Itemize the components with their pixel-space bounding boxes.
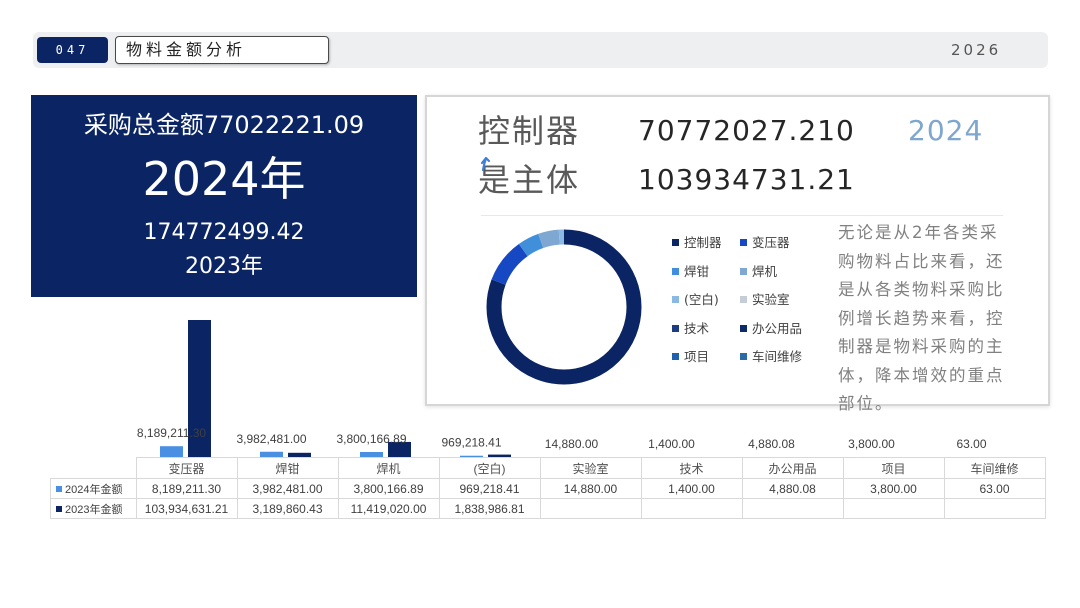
header-year: 2026 bbox=[951, 41, 1002, 59]
bar-data-label-9: 63.00 bbox=[956, 437, 986, 451]
table-value-cell bbox=[539, 498, 642, 519]
bar-chart: 8,189,211.30 3,982,481.00 3,800,166.89 969,… bbox=[137, 320, 987, 457]
blue-mark-icon bbox=[480, 156, 491, 172]
category-header: 项目 bbox=[842, 457, 945, 479]
conclusion-line: 购物料占比来看，还 bbox=[838, 251, 1005, 271]
legend-item: 焊机 bbox=[740, 264, 777, 280]
table-value-cell: 103,934,631.21 bbox=[135, 498, 238, 519]
category-header: 焊钳 bbox=[236, 457, 339, 479]
table-value-cell: 14,880.00 bbox=[539, 478, 642, 499]
legend-swatch bbox=[740, 239, 747, 246]
legend-label: 焊机 bbox=[752, 263, 778, 279]
category-header: 技术 bbox=[640, 457, 743, 479]
bar-data-label-1: 8,189,211.30 bbox=[137, 426, 207, 440]
table-value-cell: 4,880.08 bbox=[741, 478, 844, 499]
year-2023-label: 2023年 bbox=[185, 254, 263, 279]
slide-title: 物料金额分析 bbox=[115, 36, 329, 64]
series-swatch bbox=[56, 485, 62, 492]
table-value-cell bbox=[842, 498, 945, 519]
legend-swatch bbox=[672, 239, 679, 246]
table-value-cell: 1,838,986.81 bbox=[438, 498, 541, 519]
section-number-badge: 047 bbox=[37, 37, 108, 63]
table-value-cell: 3,189,860.43 bbox=[236, 498, 339, 519]
table-value-cell: 3,800,166.89 bbox=[337, 478, 440, 499]
bar-data-label-3: 3,800,166.89 bbox=[336, 432, 406, 446]
series-label-cell: 2024年金额 bbox=[50, 478, 137, 499]
slide: 047 物料金额分析 2026 采购总金额77022221.09 2024年 1… bbox=[0, 0, 1080, 608]
highlight-year-tag: 2024 bbox=[908, 114, 984, 147]
highlight-value-1: 70772027.210 bbox=[638, 114, 855, 147]
table-row: 2023年金额 103,934,631.21 3,189,860.43 11,419,… bbox=[50, 498, 1046, 519]
table-value-cell: 3,800.00 bbox=[842, 478, 945, 499]
category-header: 变压器 bbox=[135, 457, 238, 479]
bar-series-1-1 bbox=[160, 446, 183, 457]
category-header: 实验室 bbox=[539, 457, 642, 479]
table-value-cell: 3,982,481.00 bbox=[236, 478, 339, 499]
category-header: 焊机 bbox=[337, 457, 440, 479]
table-value-cell bbox=[741, 498, 844, 519]
bar-data-label-4: 969,218.41 bbox=[441, 436, 501, 450]
legend-item: 变压器 bbox=[740, 235, 790, 251]
bar-data-label-7: 4,880.08 bbox=[748, 437, 795, 451]
bar-data-label-2: 3,982,481.00 bbox=[236, 432, 306, 446]
category-header: (空白) bbox=[438, 457, 541, 479]
table-value-cell bbox=[943, 498, 1046, 519]
header-bar: 047 物料金额分析 2026 bbox=[33, 32, 1048, 68]
bar-data-label-8: 3,800.00 bbox=[848, 437, 895, 451]
legend-swatch bbox=[672, 267, 679, 275]
table-value-cell: 11,419,020.00 bbox=[337, 498, 440, 519]
table-corner-cell bbox=[50, 457, 137, 479]
chart-data-table: 变压器 焊钳 焊机 (空白) 实验室 技术 办公用品 项目 车间维修 2024年金额 8,189,2… bbox=[50, 457, 1046, 519]
legend-item: 焊钳 bbox=[672, 264, 709, 280]
total-2023-value: 174772499.42 bbox=[143, 220, 305, 245]
card-divider bbox=[481, 215, 1003, 216]
legend-label: 控制器 bbox=[684, 235, 722, 250]
table-value-cell bbox=[640, 498, 743, 519]
table-row: 2024年金额 8,189,211.30 3,982,481.00 3,800,166… bbox=[50, 478, 1046, 499]
table-category-row: 变压器 焊钳 焊机 (空白) 实验室 技术 办公用品 项目 车间维修 bbox=[50, 457, 1046, 479]
legend-item: 控制器 bbox=[672, 235, 722, 251]
series-name: 2024年金额 bbox=[65, 483, 123, 496]
category-header: 办公用品 bbox=[741, 457, 844, 479]
series-label-cell: 2023年金额 bbox=[50, 498, 137, 519]
bar-data-label-6: 1,400.00 bbox=[648, 437, 695, 451]
highlight-value-2: 103934731.21 bbox=[638, 163, 855, 196]
table-value-cell: 969,218.41 bbox=[438, 478, 541, 499]
highlight-label-2: 是主体 bbox=[478, 161, 581, 199]
series-name: 2023年金额 bbox=[65, 503, 123, 516]
legend-label: 变压器 bbox=[752, 235, 790, 250]
bar-data-label-5: 14,880.00 bbox=[545, 437, 599, 451]
highlight-label-1: 控制器 bbox=[478, 112, 581, 150]
legend-label: 焊钳 bbox=[684, 263, 710, 279]
table-value-cell: 63.00 bbox=[943, 478, 1046, 499]
summary-panel: 采购总金额77022221.09 2024年 174772499.42 2023… bbox=[31, 95, 417, 297]
year-2024-heading: 2024年 bbox=[142, 152, 306, 206]
legend-swatch bbox=[740, 267, 747, 275]
table-value-cell: 8,189,211.30 bbox=[135, 478, 238, 499]
total-2024-text: 采购总金额77022221.09 bbox=[83, 111, 365, 139]
table-value-cell: 1,400.00 bbox=[640, 478, 743, 499]
category-header: 车间维修 bbox=[943, 457, 1046, 479]
conclusion-line: 无论是从2年各类采 bbox=[838, 223, 999, 242]
series-swatch bbox=[56, 505, 62, 512]
